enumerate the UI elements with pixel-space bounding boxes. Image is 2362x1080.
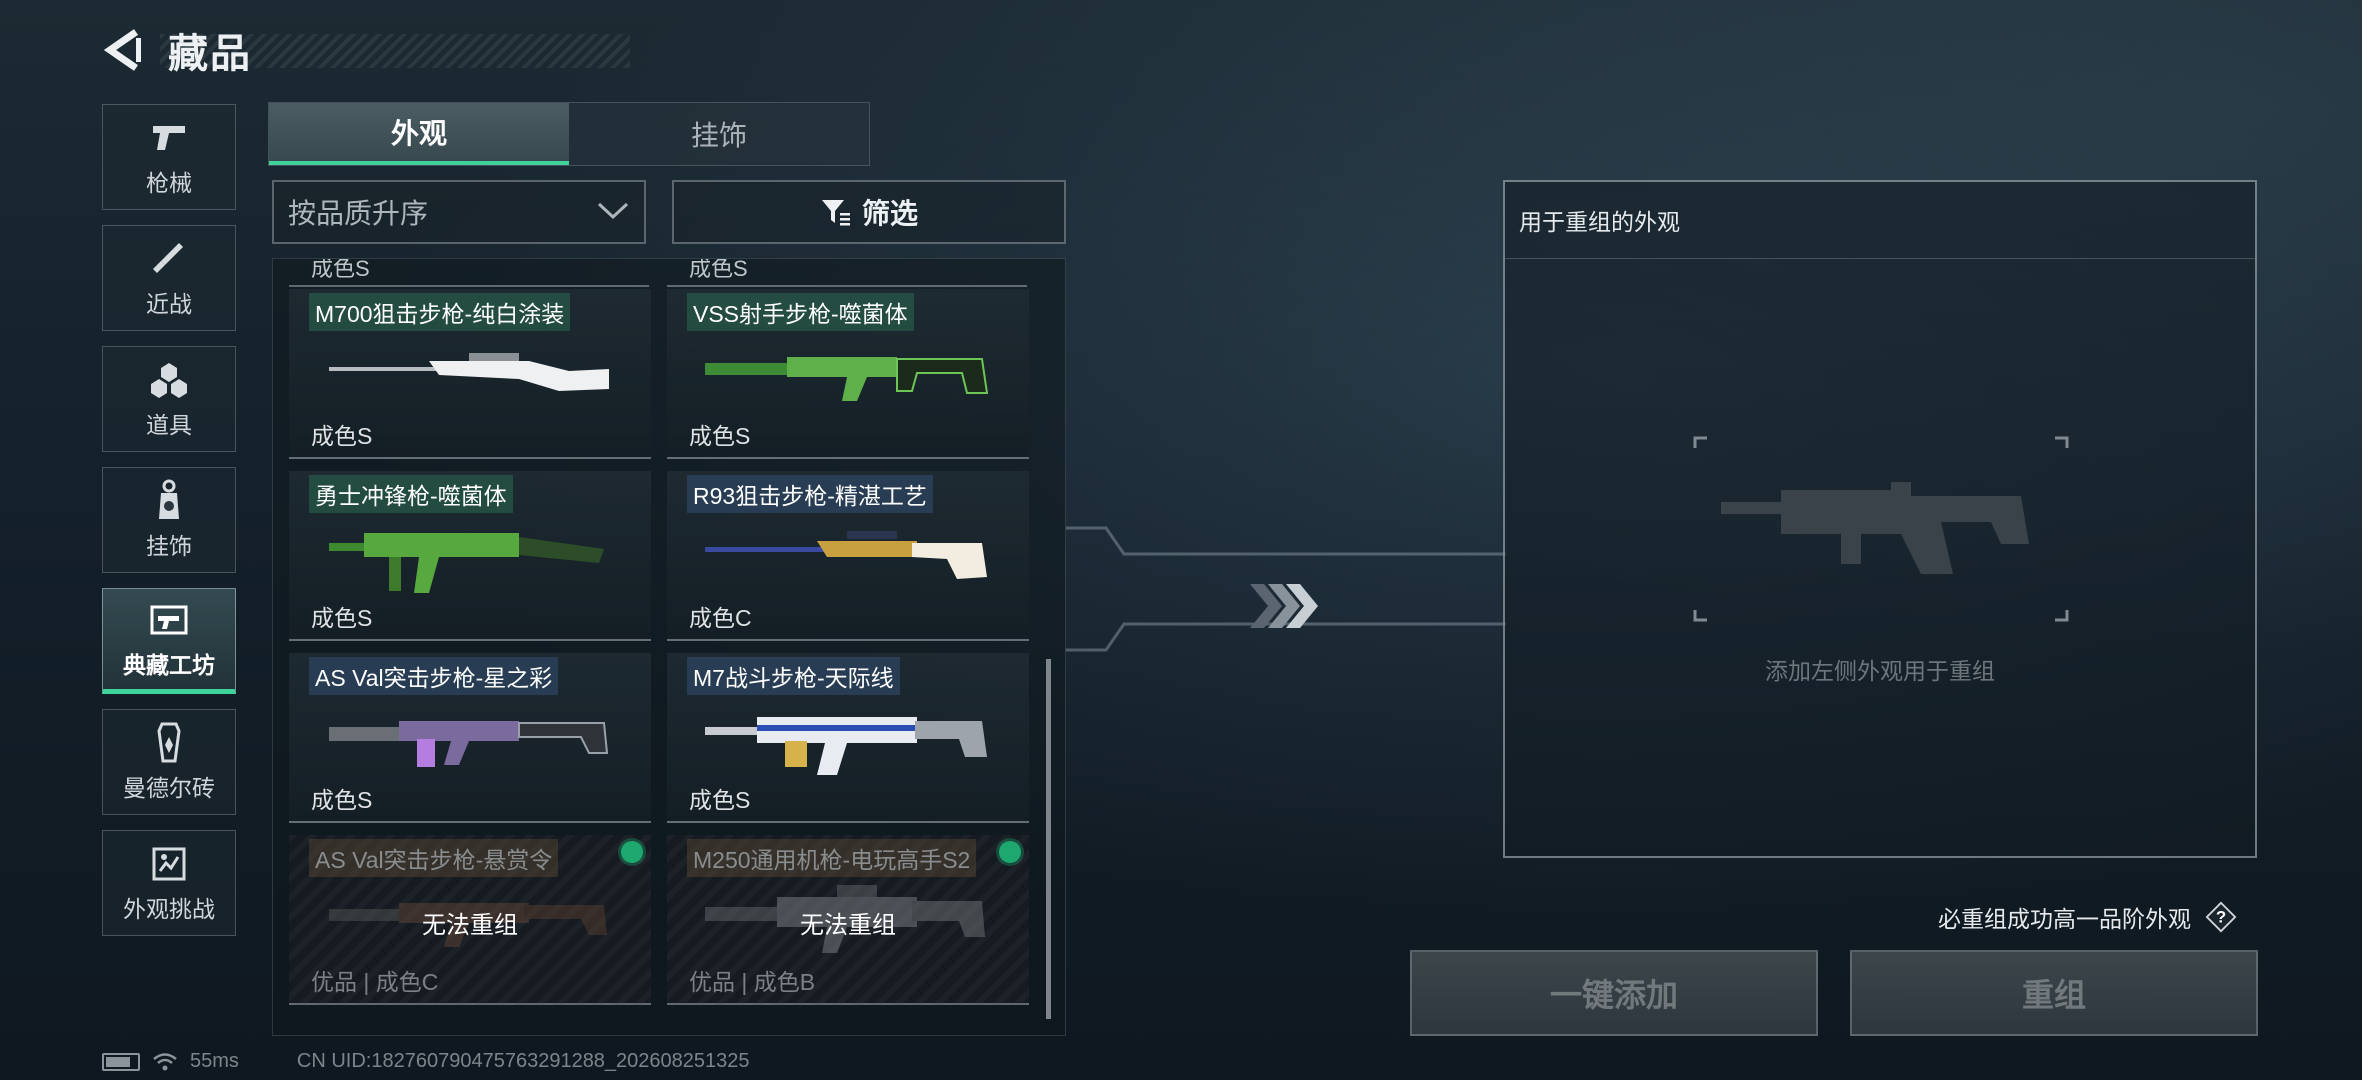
card-grade: 成色S (311, 259, 370, 281)
sidebar-item-charms[interactable]: 挂饰 (102, 467, 236, 573)
tab-charms[interactable]: 挂饰 (569, 103, 869, 165)
filter-icon (820, 197, 852, 227)
sidebar-item-label: 道具 (146, 412, 192, 438)
skin-card-disabled[interactable]: M250通用机枪-电玩高手S2 无法重组 优品 | 成色B (667, 835, 1029, 1005)
sort-dropdown[interactable]: 按品质升序 (272, 180, 646, 244)
sort-label: 按品质升序 (288, 198, 429, 229)
battery-icon (102, 1052, 140, 1071)
knife-icon (147, 237, 191, 281)
sidebar-item-label: 曼德尔砖 (123, 775, 215, 801)
card-grade: 成色S (689, 259, 748, 281)
sniper-rifle-image (705, 531, 987, 579)
card-grade: 成色S (689, 423, 751, 449)
help-button[interactable]: ? (2205, 901, 2237, 933)
skin-card[interactable]: M700狙击步枪-纯白涂装 成色S (289, 289, 651, 459)
header: 藏品 (100, 24, 630, 76)
card-name: AS Val突击步枪-悬赏令 (309, 839, 559, 877)
empty-gun-slot-icon (1693, 436, 2069, 622)
grid-scrollbar[interactable] (1046, 659, 1051, 1019)
sidebar-item-label: 外观挑战 (123, 896, 215, 922)
battle-rifle-image (705, 717, 987, 775)
workshop-icon (147, 598, 191, 642)
skin-card[interactable]: AS Val突击步枪-星之彩 成色S (289, 653, 651, 823)
mandel-brick-icon (147, 721, 191, 765)
sidebar-item-challenge[interactable]: 外观挑战 (102, 830, 236, 936)
smg-image (329, 533, 604, 593)
sidebar-item-label: 典藏工坊 (123, 652, 215, 678)
card-grade: 成色S (689, 787, 751, 813)
card-grade: 成色S (311, 423, 373, 449)
skin-card[interactable]: M7战斗步枪-天际线 成色S (667, 653, 1029, 823)
card-grade: 成色S (311, 605, 373, 631)
sidebar-item-items[interactable]: 道具 (102, 346, 236, 452)
filter-button[interactable]: 筛选 (672, 180, 1066, 244)
panel-title: 用于重组的外观 (1505, 182, 2255, 259)
tab-appearance[interactable]: 外观 (269, 103, 569, 165)
svg-text:?: ? (2216, 908, 2226, 927)
sidebar-item-melee[interactable]: 近战 (102, 225, 236, 331)
recombine-note: 必重组成功高一品阶外观 ? (1938, 900, 2237, 934)
recombine-slot-panel[interactable]: 用于重组的外观 添加左侧外观用于重组 (1503, 180, 2257, 858)
card-grade: 优品 | 成色C (311, 969, 439, 995)
back-arrow-icon (103, 29, 141, 71)
sidebar-item-mandel-brick[interactable]: 曼德尔砖 (102, 709, 236, 815)
sidebar-item-label: 近战 (146, 291, 192, 317)
recombine-button[interactable]: 重组 (1850, 950, 2258, 1036)
note-text: 必重组成功高一品阶外观 (1938, 906, 2191, 932)
marksman-rifle-image (705, 357, 989, 401)
sidebar-item-label: 挂饰 (146, 533, 192, 559)
question-icon: ? (2205, 901, 2237, 933)
cannot-recombine-label: 无法重组 (800, 912, 896, 939)
card-grade: 成色S (311, 787, 373, 813)
sniper-rifle-image (329, 353, 609, 391)
charm-icon (147, 479, 191, 523)
status-badge (999, 841, 1021, 863)
card-grade: 成色C (689, 605, 752, 631)
skin-card[interactable]: 勇士冲锋枪-噬菌体 成色S (289, 471, 651, 641)
card-name: R93狙击步枪-精湛工艺 (687, 475, 933, 513)
sidebar-item-workshop[interactable]: 典藏工坊 (102, 588, 236, 694)
wifi-icon (152, 1052, 178, 1072)
partial-card-top: 成色S (667, 259, 1027, 287)
page-title: 藏品 (168, 32, 252, 76)
status-bar: 55ms CN UID:182760790475763291288_202608… (102, 1050, 750, 1073)
skin-card[interactable]: R93狙击步枪-精湛工艺 成色C (667, 471, 1029, 641)
challenge-icon (147, 842, 191, 886)
card-name: M700狙击步枪-纯白涂装 (309, 293, 571, 331)
chevron-down-icon (596, 196, 630, 228)
skin-card-disabled[interactable]: AS Val突击步枪-悬赏令 无法重组 优品 | 成色C (289, 835, 651, 1005)
ping-text: 55ms (190, 1050, 239, 1072)
tab-bar: 外观 挂饰 (268, 102, 870, 166)
card-name: M7战斗步枪-天际线 (687, 657, 900, 695)
uid-text: CN UID:182760790475763291288_20260825132… (296, 1050, 750, 1072)
triple-chevron-right-icon (1250, 584, 1318, 628)
card-name: AS Val突击步枪-星之彩 (309, 657, 559, 695)
cannot-recombine-label: 无法重组 (422, 912, 518, 939)
skin-card[interactable]: VSS射手步枪-噬菌体 成色S (667, 289, 1029, 459)
card-name: 勇士冲锋枪-噬菌体 (309, 475, 513, 513)
skin-grid: 成色S 成色S M700狙击步枪-纯白涂装 成色S VSS射手步枪-噬菌体 成色… (272, 258, 1066, 1036)
sidebar-item-guns[interactable]: 枪械 (102, 104, 236, 210)
card-grade: 优品 | 成色B (689, 969, 816, 995)
pistol-icon (147, 116, 191, 160)
card-name: M250通用机枪-电玩高手S2 (687, 839, 977, 877)
sidebar-item-label: 枪械 (146, 170, 192, 196)
filter-label: 筛选 (861, 198, 918, 229)
partial-card-top: 成色S (289, 259, 649, 287)
grenade-icon (147, 358, 191, 402)
card-name: VSS射手步枪-噬菌体 (687, 293, 914, 331)
assault-rifle-image (329, 721, 609, 767)
back-button[interactable] (100, 27, 144, 73)
category-sidebar: 枪械 近战 道具 挂饰 典藏工坊 曼德尔砖 外观挑战 (102, 104, 238, 951)
empty-slot-hint: 添加左侧外观用于重组 (1765, 658, 1995, 684)
add-all-button[interactable]: 一键添加 (1410, 950, 1818, 1036)
status-badge (621, 841, 643, 863)
